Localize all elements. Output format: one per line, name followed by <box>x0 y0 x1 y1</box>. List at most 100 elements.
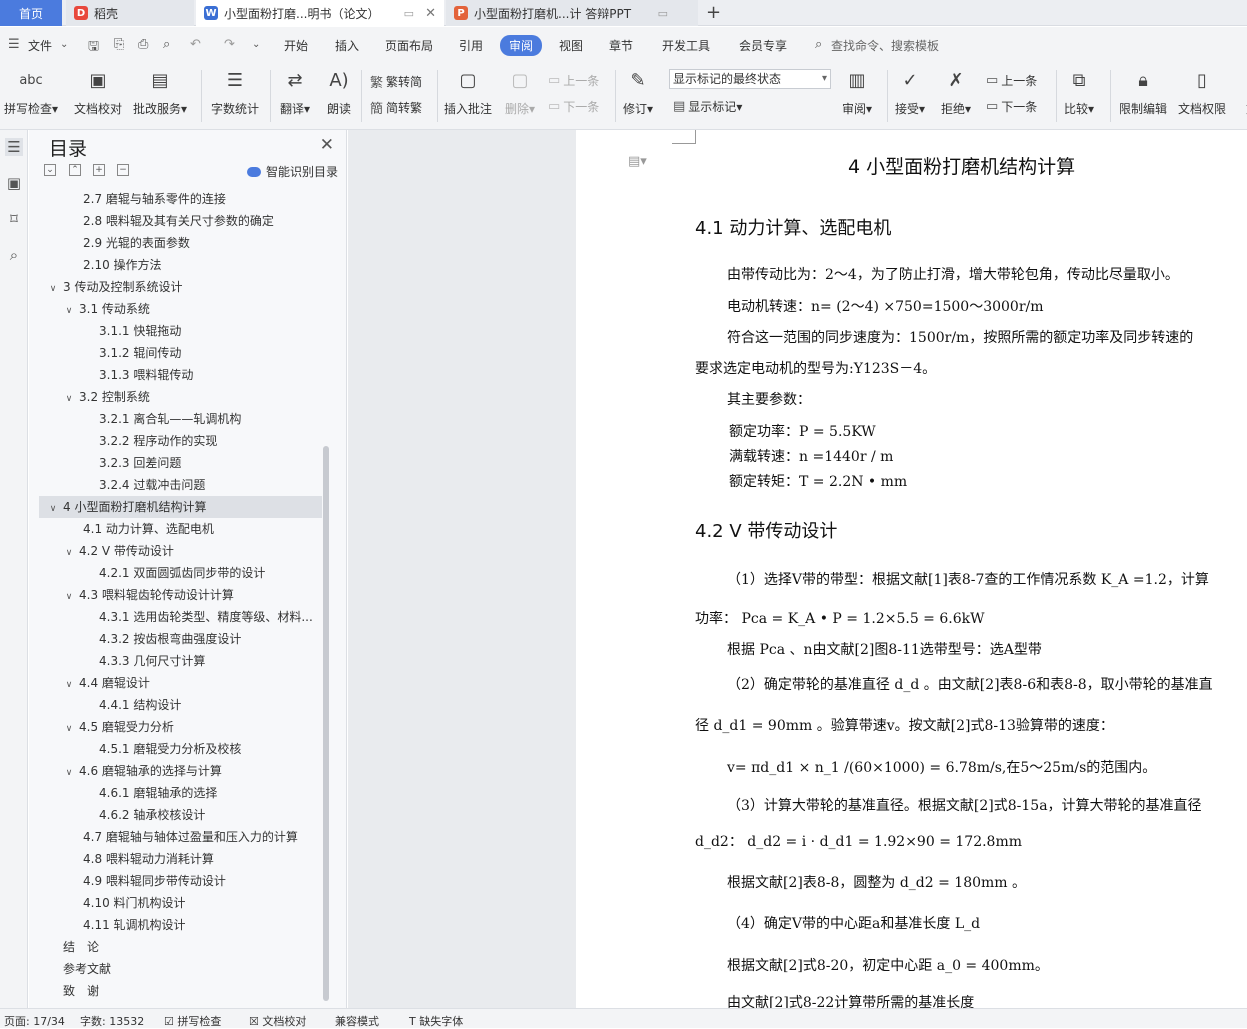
toc-item[interactable]: 参考文献 <box>39 958 322 980</box>
word-count-button[interactable]: ☰ 字数统计 <box>211 66 259 117</box>
toc-item[interactable]: 致 谢 <box>39 980 322 1002</box>
chevron-down-icon[interactable]: ⌄ <box>60 39 68 50</box>
next-comment-button[interactable]: ▭ 下一条 <box>548 98 599 115</box>
chevron-down-icon[interactable]: ∨ <box>63 542 75 562</box>
restrict-editing-button[interactable]: 🔒︎ 限制编辑 <box>1119 66 1167 117</box>
delete-comment-button[interactable]: ▢ 删除▾ <box>505 66 535 117</box>
toc-icon[interactable]: ☰ <box>5 138 23 156</box>
toc-item[interactable]: 2.8 喂料辊及其有关尺寸参数的确定 <box>39 210 322 232</box>
word-count-indicator[interactable]: 字数: 13532 <box>80 1013 144 1029</box>
menu-insert[interactable]: 插入 <box>335 37 359 54</box>
toc-item[interactable]: 3.2.1 离合轧——轧调机构 <box>39 408 322 430</box>
compare-button[interactable]: ⧉ 比较▾ <box>1064 66 1094 117</box>
show-markup-button[interactable]: ▤ 显示标记 ▾ <box>673 98 742 115</box>
print-icon[interactable]: ⎙ <box>138 37 148 52</box>
tab-home[interactable]: 首页 <box>0 0 62 26</box>
expand-all-icon[interactable]: ⌃ <box>69 164 81 176</box>
toc-item[interactable]: 结 论 <box>39 936 322 958</box>
toc-item[interactable]: ∨ 4.6 磨辊轴承的选择与计算 <box>39 760 322 782</box>
search-icon[interactable]: ⌕ <box>5 246 23 264</box>
menu-references[interactable]: 引用 <box>459 37 483 54</box>
toc-item[interactable]: 4.2.1 双面圆弧齿同步带的设计 <box>39 562 322 584</box>
chevron-down-icon[interactable]: ∨ <box>63 762 75 782</box>
chevron-down-icon[interactable]: ∨ <box>63 674 75 694</box>
toc-item[interactable]: 4.3.2 按齿根弯曲强度设计 <box>39 628 322 650</box>
new-tab-button[interactable]: + <box>706 2 721 23</box>
toc-item[interactable]: 4.1 动力计算、选配电机 <box>39 518 322 540</box>
menu-view[interactable]: 视图 <box>559 37 583 54</box>
toc-item[interactable]: 4.5.1 磨辊受力分析及校核 <box>39 738 322 760</box>
menu-page-layout[interactable]: 页面布局 <box>385 37 433 54</box>
menu-review[interactable]: 审阅 <box>500 35 543 56</box>
menu-member[interactable]: 会员专享 <box>739 37 787 54</box>
tab-docer[interactable]: D 稻壳 <box>66 0 194 26</box>
accept-button[interactable]: ✓ 接受▾ <box>895 66 925 117</box>
markup-state-select[interactable]: 显示标记的最终状态 <box>669 69 831 89</box>
close-icon[interactable]: ✕ <box>320 135 334 155</box>
chevron-down-icon[interactable]: ∨ <box>63 718 75 738</box>
page-indicator[interactable]: 页面: 17/34 <box>4 1013 65 1029</box>
navigation-icon[interactable]: ▣ <box>5 174 23 192</box>
read-aloud-button[interactable]: A) 朗读 <box>325 66 353 117</box>
remove-heading-icon[interactable]: − <box>117 164 129 176</box>
toc-item[interactable]: 4.10 料门机构设计 <box>39 892 322 914</box>
toc-item[interactable]: 3.1.3 喂料辊传动 <box>39 364 322 386</box>
toc-item[interactable]: ∨ 4.5 磨辊受力分析 <box>39 716 322 738</box>
translate-button[interactable]: ⇄ 翻译▾ <box>280 66 310 117</box>
menu-chapter[interactable]: 章节 <box>609 37 633 54</box>
toc-item[interactable]: ∨ 4 小型面粉打磨机结构计算 <box>39 496 322 518</box>
more-ribbon-button[interactable]: 文 <box>1238 66 1247 117</box>
export-icon[interactable]: ⎘ <box>114 37 124 52</box>
missing-font-status[interactable]: T 缺失字体 <box>409 1013 463 1029</box>
ai-detect-toc-button[interactable]: 智能识别目录 <box>247 163 338 180</box>
toc-item[interactable]: 2.10 操作方法 <box>39 254 322 276</box>
toc-item[interactable]: 3.1.1 快辊拖动 <box>39 320 322 342</box>
toc-item[interactable]: ∨ 4.4 磨辊设计 <box>39 672 322 694</box>
menu-file[interactable]: 文件 <box>28 37 52 54</box>
toc-scrollbar[interactable] <box>322 188 330 1003</box>
redo-icon[interactable]: ↷ <box>224 37 235 52</box>
toc-item[interactable]: 4.9 喂料辊同步带传动设计 <box>39 870 322 892</box>
toc-item[interactable]: 4.6.1 磨辊轴承的选择 <box>39 782 322 804</box>
toc-item[interactable]: ∨ 3 传动及控制系统设计 <box>39 276 322 298</box>
proof-status[interactable]: ☒ 文档校对 <box>249 1013 306 1029</box>
bookmark-icon[interactable]: ⌑ <box>5 210 23 228</box>
chevron-down-icon[interactable]: ∨ <box>63 300 75 320</box>
toc-item[interactable]: ∨ 4.3 喂料辊齿轮传动设计计算 <box>39 584 322 606</box>
toc-item[interactable]: 4.3.1 选用齿轮类型、精度等级、材料... <box>39 606 322 628</box>
toc-item[interactable]: 4.6.2 轴承校核设计 <box>39 804 322 826</box>
review-service-button[interactable]: ▤ 批改服务▾ <box>133 66 187 117</box>
toc-item[interactable]: 3.2.2 程序动作的实现 <box>39 430 322 452</box>
collapse-all-icon[interactable]: ⌄ <box>44 164 56 176</box>
quick-access-dropdown-icon[interactable]: ⌄ <box>252 39 260 50</box>
prev-comment-button[interactable]: ▭ 上一条 <box>548 72 599 89</box>
reject-button[interactable]: ✗ 拒绝▾ <box>941 66 971 117</box>
document-page[interactable]: ▤▾ 4 小型面粉打磨机结构计算 4.1 动力计算、选配电机 由带传动比为：2～… <box>576 130 1247 1008</box>
toc-item[interactable]: ∨ 3.1 传动系统 <box>39 298 322 320</box>
toc-item[interactable]: 4.4.1 结构设计 <box>39 694 322 716</box>
add-heading-icon[interactable]: + <box>93 164 105 176</box>
review-pane-button[interactable]: ▥ 审阅▾ <box>842 66 872 117</box>
search-icon[interactable]: ⌕ <box>815 37 822 52</box>
trad-to-simp-button[interactable]: 繁繁转简 <box>370 72 422 91</box>
simp-to-trad-button[interactable]: 簡简转繁 <box>370 98 422 117</box>
toc-item[interactable]: 4.3.3 几何尺寸计算 <box>39 650 322 672</box>
chevron-down-icon[interactable]: ∨ <box>47 278 59 298</box>
doc-permission-button[interactable]: ▯ 文档权限 <box>1178 66 1226 117</box>
toc-item[interactable]: 3.2.4 过载冲击问题 <box>39 474 322 496</box>
toc-item[interactable]: ∨ 3.2 控制系统 <box>39 386 322 408</box>
toc-item[interactable]: ∨ 4.2 V 带传动设计 <box>39 540 322 562</box>
close-tab-icon[interactable]: ✕ <box>425 6 436 21</box>
menu-start[interactable]: 开始 <box>284 37 308 54</box>
next-change-button[interactable]: ▭ 下一条 <box>986 98 1037 115</box>
spellcheck-button[interactable]: abc 拼写检查▾ <box>4 66 58 117</box>
chevron-down-icon[interactable]: ∨ <box>47 498 59 518</box>
print-preview-icon[interactable]: ⌕ <box>163 37 170 52</box>
toc-item[interactable]: 3.1.2 辊间传动 <box>39 342 322 364</box>
menu-developer[interactable]: 开发工具 <box>662 37 710 54</box>
prev-change-button[interactable]: ▭ 上一条 <box>986 72 1037 89</box>
toc-item[interactable]: 2.7 磨辊与轴系零件的连接 <box>39 188 322 210</box>
toc-item[interactable]: 4.8 喂料辊动力消耗计算 <box>39 848 322 870</box>
chevron-down-icon[interactable]: ∨ <box>63 388 75 408</box>
track-changes-button[interactable]: ✎ 修订▾ <box>623 66 653 117</box>
